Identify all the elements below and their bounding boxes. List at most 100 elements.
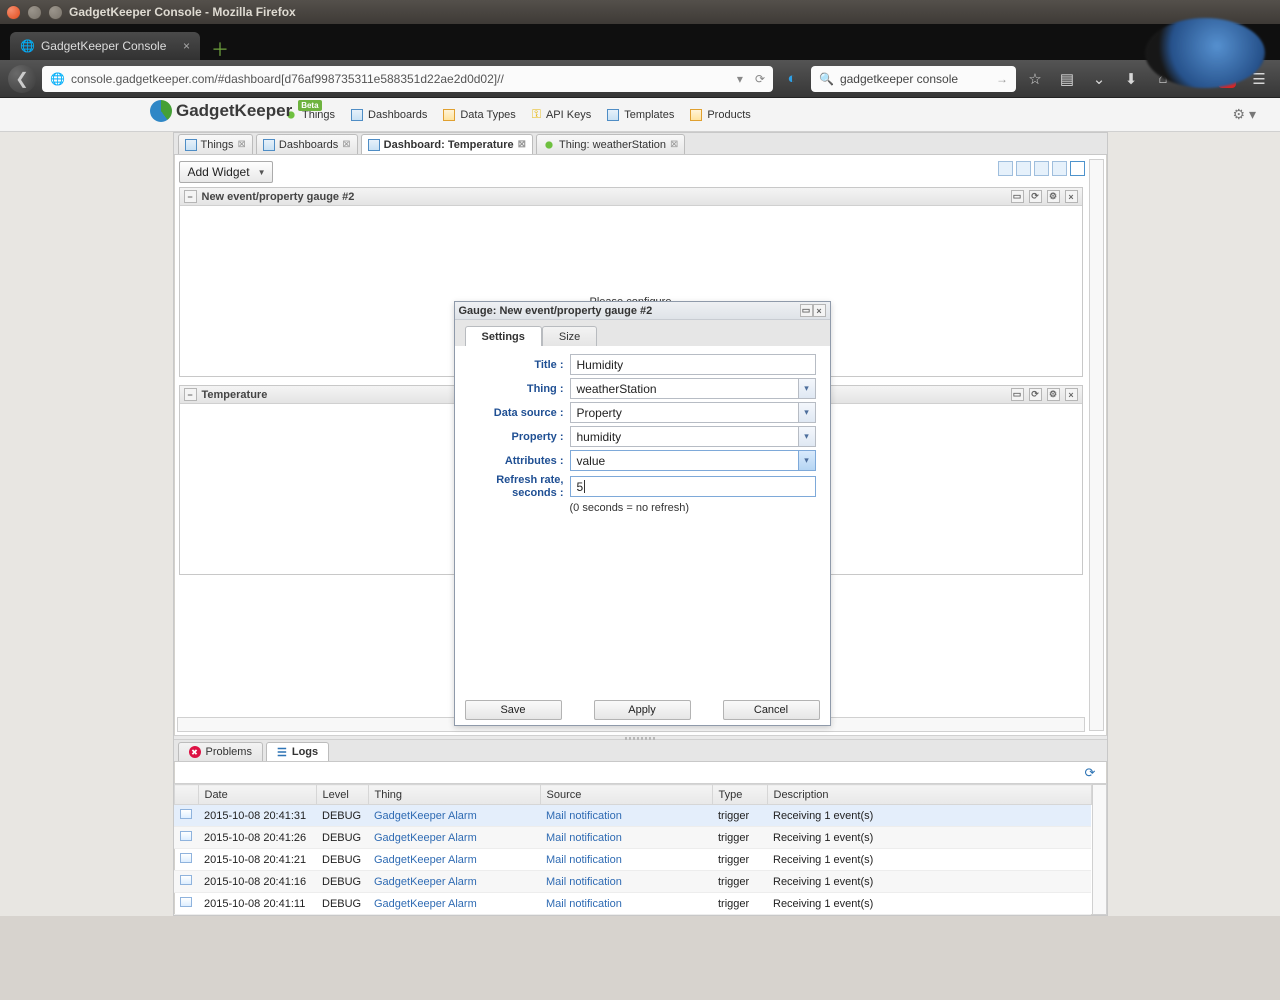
combo-property[interactable]: humidity▾ (570, 426, 816, 447)
nav-products[interactable]: Products (690, 107, 750, 122)
save-button[interactable]: Save (465, 700, 562, 720)
new-tab-button[interactable]: ＋ (206, 38, 234, 60)
close-icon[interactable]: × (183, 39, 190, 53)
app-logo[interactable]: GadgetKeeper Beta (150, 100, 322, 122)
tab-problems[interactable]: ✖Problems (178, 742, 263, 761)
search-go-icon[interactable]: → (996, 72, 1008, 86)
url-bar[interactable]: 🌐 console.gadgetkeeper.com/#dashboard[d7… (42, 66, 773, 92)
bottom-tabsrow: ✖Problems ☰Logs (174, 740, 1107, 762)
gear-icon[interactable]: ⚙ (1047, 190, 1060, 203)
widget-title: New event/property gauge #2 (202, 191, 355, 203)
tab-thing-weatherstation[interactable]: Thing: weatherStation⊠ (536, 134, 685, 154)
col-description[interactable]: Description (767, 785, 1091, 805)
app-topbar: GadgetKeeper Beta Things Dashboards Data… (0, 98, 1280, 132)
input-title[interactable]: Humidity (570, 354, 816, 375)
dialog-form: Title : Humidity Thing : weatherStation▾… (455, 346, 830, 695)
gear-icon[interactable]: ⚙ (1047, 388, 1060, 401)
toolbar-add-icon[interactable] (1016, 161, 1031, 176)
downloads-icon[interactable]: ⬇ (1118, 66, 1144, 92)
close-icon[interactable]: × (813, 304, 826, 317)
col-source[interactable]: Source (540, 785, 712, 805)
toolbar-refresh-icon[interactable] (1070, 161, 1085, 176)
table-row[interactable]: 2015-10-08 20:41:26DEBUG GadgetKeeper Al… (174, 827, 1091, 849)
dialog-tab-size[interactable]: Size (542, 326, 597, 346)
chevron-down-icon[interactable]: ▾ (798, 427, 815, 446)
window-title: GadgetKeeper Console - Mozilla Firefox (69, 5, 296, 19)
datatype-icon (443, 109, 455, 121)
nav-data-types[interactable]: Data Types (443, 107, 515, 122)
window-close-button[interactable] (6, 5, 21, 20)
chevron-down-icon[interactable]: ▾ (798, 403, 815, 422)
browser-tab[interactable]: 🌐 GadgetKeeper Console × (10, 32, 200, 60)
col-type[interactable]: Type (712, 785, 767, 805)
toolbar-expand-icon[interactable] (1052, 161, 1067, 176)
dropdown-icon[interactable]: ▾ (737, 72, 743, 86)
search-bar[interactable]: 🔍 gadgetkeeper console → (811, 66, 1016, 92)
cancel-button[interactable]: Cancel (723, 700, 820, 720)
chevron-down-icon[interactable]: ▾ (798, 379, 815, 398)
restore-icon[interactable]: ▭ (800, 304, 813, 317)
refresh-icon[interactable]: ⟳ (1029, 388, 1042, 401)
collapse-icon[interactable]: − (184, 388, 197, 401)
tab-logs[interactable]: ☰Logs (266, 742, 329, 761)
label-attributes: Attributes : (469, 455, 564, 467)
log-icon (180, 809, 192, 819)
close-icon[interactable]: ⊠ (518, 139, 526, 150)
label-title: Title : (469, 359, 564, 371)
toolbar-grid-icon[interactable] (998, 161, 1013, 176)
extension-icon[interactable]: ◐ (779, 66, 805, 92)
table-row[interactable]: 2015-10-08 20:41:31DEBUG GadgetKeeper Al… (174, 805, 1091, 827)
collapse-icon[interactable]: − (184, 190, 197, 203)
table-row[interactable]: 2015-10-08 20:41:11DEBUG GadgetKeeper Al… (174, 893, 1091, 915)
widget-title: Temperature (202, 389, 268, 401)
col-thing[interactable]: Thing (368, 785, 540, 805)
vertical-scrollbar[interactable] (1089, 159, 1104, 731)
window-minimize-button[interactable] (27, 5, 42, 20)
window-titlebar: GadgetKeeper Console - Mozilla Firefox (0, 0, 1280, 24)
input-refresh-rate[interactable]: 5 (570, 476, 816, 497)
col-date[interactable]: Date (198, 785, 316, 805)
nav-dashboards[interactable]: Dashboards (351, 107, 427, 122)
library-icon[interactable]: ▤ (1054, 66, 1080, 92)
pocket-icon[interactable]: ⌄ (1086, 66, 1112, 92)
close-icon[interactable]: × (1065, 388, 1078, 401)
nav-api-keys[interactable]: ⚿API Keys (532, 107, 591, 122)
close-icon[interactable]: ⊠ (238, 139, 246, 150)
settings-gear-icon[interactable]: ⚙ ▾ (1233, 106, 1256, 123)
reload-icon[interactable]: ⟳ (755, 72, 765, 86)
restore-icon[interactable]: ▭ (1011, 190, 1024, 203)
log-icon (180, 897, 192, 907)
tab-dashboard-temperature[interactable]: Dashboard: Temperature⊠ (361, 134, 533, 154)
dashboard-icon (368, 139, 380, 151)
chevron-down-icon[interactable]: ▾ (798, 451, 815, 470)
nav-templates[interactable]: Templates (607, 107, 674, 122)
add-widget-dropdown[interactable]: Add Widget (179, 161, 273, 183)
close-icon[interactable]: × (1065, 190, 1078, 203)
bookmark-star-icon[interactable]: ☆ (1022, 66, 1048, 92)
combo-attributes[interactable]: value▾ (570, 450, 816, 471)
col-level[interactable]: Level (316, 785, 368, 805)
window-maximize-button[interactable] (48, 5, 63, 20)
combo-data-source[interactable]: Property▾ (570, 402, 816, 423)
globe-icon: 🌐 (50, 72, 65, 86)
editor-tabsrow: Things⊠ Dashboards⊠ Dashboard: Temperatu… (174, 133, 1107, 155)
close-icon[interactable]: ⊠ (670, 139, 678, 150)
close-icon[interactable]: ⊠ (342, 139, 350, 150)
toolbar-export-icon[interactable] (1034, 161, 1049, 176)
key-icon: ⚿ (532, 107, 541, 122)
back-button[interactable]: ❮ (8, 65, 36, 93)
restore-icon[interactable]: ▭ (1011, 388, 1024, 401)
list-icon: ☰ (277, 746, 287, 759)
tab-dashboards[interactable]: Dashboards⊠ (256, 134, 358, 154)
dialog-tab-settings[interactable]: Settings (465, 326, 542, 346)
refresh-icon[interactable]: ⟳ (1029, 190, 1042, 203)
apply-button[interactable]: Apply (594, 700, 691, 720)
combo-thing[interactable]: weatherStation▾ (570, 378, 816, 399)
tab-things[interactable]: Things⊠ (178, 134, 253, 154)
vertical-scrollbar[interactable] (1092, 784, 1107, 915)
splitter[interactable] (174, 735, 1107, 740)
template-icon (607, 109, 619, 121)
refresh-icon[interactable]: ⟳ (1085, 765, 1099, 779)
table-row[interactable]: 2015-10-08 20:41:21DEBUG GadgetKeeper Al… (174, 849, 1091, 871)
table-row[interactable]: 2015-10-08 20:41:16DEBUG GadgetKeeper Al… (174, 871, 1091, 893)
